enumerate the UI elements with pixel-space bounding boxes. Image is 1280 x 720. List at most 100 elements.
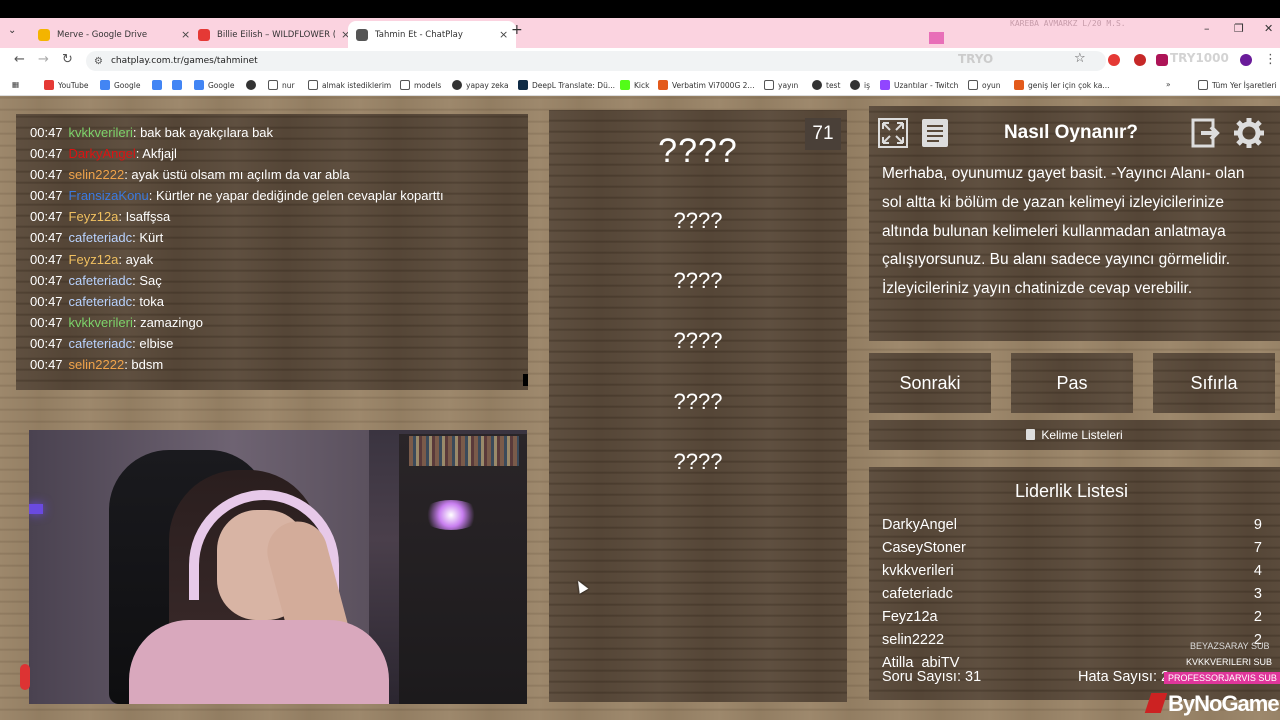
chat-username[interactable]: FransizaKonu bbox=[69, 188, 149, 203]
chat-message: 00:47 DarkyAngel: Akfjajl bbox=[30, 143, 528, 164]
chat-username[interactable]: selin2222 bbox=[69, 167, 125, 182]
chat-message: 00:47 kvkkverileri: zamazingo bbox=[30, 312, 528, 333]
bookmark-test[interactable]: test bbox=[812, 80, 840, 90]
chatplay-icon bbox=[356, 28, 368, 41]
word-lists-button[interactable]: Kelime Listeleri bbox=[869, 420, 1280, 450]
chat-text: : Kürt bbox=[132, 230, 164, 246]
chat-username[interactable]: Feyz12a bbox=[69, 209, 119, 224]
chat-username[interactable]: cafeteriadc bbox=[69, 336, 133, 351]
bookmark-folder-models[interactable]: models bbox=[400, 80, 441, 90]
bookmark-kick[interactable]: Kick bbox=[620, 80, 649, 90]
chat-username[interactable]: Feyz12a bbox=[69, 252, 119, 267]
bookmarks-overflow-icon[interactable]: » bbox=[1166, 80, 1171, 89]
player-score: 3 bbox=[1253, 586, 1262, 602]
extension-icon[interactable] bbox=[1134, 54, 1146, 66]
webcam-feed bbox=[29, 430, 527, 704]
minimize-button[interactable]: – bbox=[1204, 22, 1210, 35]
bookmark-label: nur bbox=[282, 80, 295, 90]
bookmark-folder-yayin[interactable]: yayın bbox=[764, 80, 798, 90]
bookmark-google-3[interactable]: Google bbox=[194, 80, 234, 90]
bookmark-label: yapay zeka bbox=[466, 80, 509, 90]
maximize-button[interactable]: ❐ bbox=[1234, 22, 1244, 35]
document-icon[interactable] bbox=[919, 117, 951, 149]
back-arrow-icon[interactable]: ← bbox=[14, 52, 25, 67]
tab-search-chevron-icon[interactable]: ⌄ bbox=[8, 25, 16, 36]
bookmark-label: iş bbox=[864, 80, 870, 90]
google-icon bbox=[100, 80, 110, 90]
logo-text: ByNoGame bbox=[1168, 691, 1280, 716]
settings-gear-icon[interactable] bbox=[1233, 117, 1265, 149]
new-tab-button[interactable]: + bbox=[511, 22, 523, 38]
chat-text: : Akfjajl bbox=[135, 146, 177, 162]
sub-tag: SUB bbox=[1258, 673, 1277, 683]
chat-text: : ayak üstü olsam mı açılım da var abla bbox=[124, 167, 350, 183]
chat-username[interactable]: cafeteriadc bbox=[69, 230, 133, 245]
tab-close-icon[interactable]: × bbox=[499, 28, 508, 41]
bookmark-label: models bbox=[414, 80, 442, 90]
bookmark-verbatim[interactable]: Verbatim Vi7000G 2... bbox=[658, 80, 755, 90]
chat-panel[interactable]: 00:47 kvkkverileri: bak bak ayakçılara ba… bbox=[16, 114, 528, 390]
site-info-icon[interactable]: ⚙ bbox=[94, 56, 103, 67]
reset-button[interactable]: Sıfırla bbox=[1153, 353, 1275, 413]
bookmark-yapay-zeka[interactable]: yapay zeka bbox=[452, 80, 509, 90]
chat-scrollbar[interactable] bbox=[523, 374, 528, 386]
bookmark-google-2[interactable] bbox=[152, 80, 166, 90]
bookmark-label: Tüm Yer İşaretleri bbox=[1212, 80, 1277, 90]
browser-tab-bar: ⌄ Merve - Google Drive × Billie Eilish –… bbox=[0, 18, 1280, 48]
how-to-play-title: Nasıl Oynanır? bbox=[1003, 122, 1139, 143]
bookmark-globe[interactable] bbox=[246, 80, 260, 90]
kick-icon bbox=[620, 80, 630, 90]
player-score: 4 bbox=[1253, 563, 1262, 579]
forward-arrow-icon[interactable]: → bbox=[38, 52, 49, 67]
bookmark-youtube[interactable]: YouTube bbox=[44, 80, 89, 90]
url-bar[interactable]: ⚙ chatplay.com.tr/games/tahminet bbox=[86, 51, 1106, 71]
stream-overlay-text: TRY1000 bbox=[1170, 51, 1229, 65]
browser-tab-google-drive[interactable]: Merve - Google Drive × bbox=[30, 21, 198, 48]
exit-icon[interactable] bbox=[1191, 117, 1223, 149]
bookmark-google[interactable]: Google bbox=[100, 80, 140, 90]
reload-icon[interactable]: ↻ bbox=[62, 52, 73, 67]
bookmark-twitch[interactable]: Uzantılar - Twitch bbox=[880, 80, 958, 90]
chat-message: 00:47 kvkkverileri: bak bak ayakçılara ba… bbox=[30, 122, 528, 143]
youtube-icon bbox=[198, 28, 210, 41]
all-bookmarks-folder[interactable]: Tüm Yer İşaretleri bbox=[1198, 80, 1277, 90]
bookmark-folder-oyun[interactable]: oyun bbox=[968, 80, 1001, 90]
pass-button[interactable]: Pas bbox=[1011, 353, 1133, 413]
chat-text: : Saç bbox=[132, 272, 162, 288]
chat-username[interactable]: selin2222 bbox=[69, 357, 125, 372]
bookmark-deepl[interactable]: DeepL Translate: Dü... bbox=[518, 80, 615, 90]
led-light bbox=[29, 504, 43, 514]
bookmark-star-icon[interactable]: ☆ bbox=[1074, 51, 1086, 66]
chat-message: 00:47 selin2222: ayak üstü olsam mı açılı… bbox=[30, 164, 528, 185]
bookmark-translate[interactable] bbox=[172, 80, 186, 90]
chat-username[interactable]: kvkkverileri bbox=[69, 315, 133, 330]
bookmark-folder-almak[interactable]: almak istediklerim bbox=[308, 80, 391, 90]
chat-username[interactable]: cafeteriadc bbox=[69, 273, 133, 288]
apps-grid-icon[interactable]: ▦ bbox=[12, 80, 19, 89]
player-name: Feyz12a bbox=[882, 609, 938, 625]
fullscreen-icon[interactable] bbox=[877, 117, 909, 149]
extension-icon[interactable] bbox=[1108, 54, 1120, 66]
chat-message: 00:47 Feyz12a: Isaffşsa bbox=[30, 206, 528, 227]
next-button[interactable]: Sonraki bbox=[869, 353, 991, 413]
player-name: DarkyAngel bbox=[882, 517, 957, 533]
player-name: cafeteriadc bbox=[882, 586, 953, 602]
folder-icon bbox=[764, 80, 774, 90]
bookmark-folder-nur[interactable]: nur bbox=[268, 80, 295, 90]
bookmark-genis[interactable]: geniş ler için çok ka... bbox=[1014, 80, 1110, 90]
tab-close-icon[interactable]: × bbox=[181, 28, 190, 41]
chat-time: 00:47 bbox=[30, 188, 63, 204]
extension-icon[interactable] bbox=[1156, 54, 1168, 66]
browser-tab-chatplay[interactable]: Tahmin Et - ChatPlay × bbox=[348, 21, 517, 48]
menu-dots-icon[interactable]: ⋮ bbox=[1264, 52, 1277, 67]
bookmark-is[interactable]: iş bbox=[850, 80, 870, 90]
chat-username[interactable]: kvkkverileri bbox=[69, 125, 133, 140]
chat-username[interactable]: DarkyAngel bbox=[69, 146, 136, 161]
profile-avatar[interactable] bbox=[1240, 54, 1252, 66]
browser-tab-youtube[interactable]: Billie Eilish – WILDFLOWER (Live × bbox=[190, 21, 358, 48]
chat-username[interactable]: cafeteriadc bbox=[69, 294, 133, 309]
game-page: 00:47 kvkkverileri: bak bak ayakçılara ba… bbox=[0, 96, 1280, 720]
forbidden-word: ???? bbox=[673, 268, 723, 293]
word-panel: 71 ???? ???? ???? ???? ???? ???? bbox=[549, 110, 847, 702]
close-window-button[interactable]: ✕ bbox=[1264, 22, 1273, 35]
